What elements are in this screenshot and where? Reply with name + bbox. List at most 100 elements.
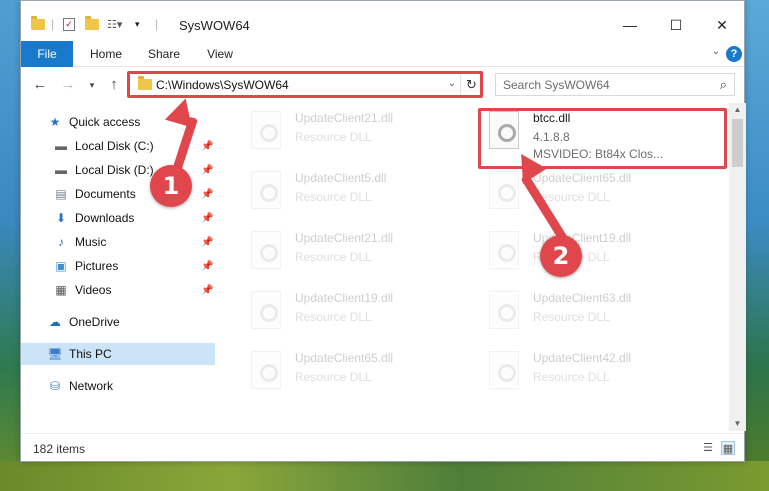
drive-icon: ▬	[55, 139, 67, 153]
list-item[interactable]: UpdateClient42.dll Resource DLL	[481, 345, 711, 401]
file-type: Resource DLL	[533, 310, 610, 324]
large-icons-view-icon[interactable]: ▦	[721, 441, 735, 455]
list-item[interactable]: UpdateClient21.dll Resource DLL	[243, 105, 473, 161]
sidebar-item-label: OneDrive	[69, 315, 120, 329]
tab-home[interactable]: Home	[83, 41, 129, 67]
scroll-down-icon[interactable]: ▼	[729, 417, 746, 431]
file-explorer-window: | ✓ ☷▾ ▾ | SysWOW64 — ☐ ✕ File Home Shar…	[20, 0, 746, 462]
close-button[interactable]: ✕	[699, 11, 745, 39]
window-title: SysWOW64	[179, 18, 250, 33]
file-type: Resource DLL	[533, 370, 610, 384]
expand-ribbon-icon[interactable]: ⌄	[712, 46, 720, 57]
file-name: UpdateClient42.dll	[533, 351, 632, 365]
dll-file-icon	[489, 231, 519, 269]
file-name: UpdateClient65.dll	[533, 171, 632, 185]
dll-file-icon	[489, 291, 519, 329]
desktop-background-bottom	[0, 461, 769, 491]
search-input[interactable]: Search SysWOW64 ⌕	[495, 73, 735, 96]
desktop-background-right	[745, 0, 769, 491]
desktop-background-left	[0, 0, 20, 491]
network-icon: ⛁	[49, 379, 61, 393]
sidebar-item-label: Pictures	[75, 259, 119, 273]
list-item[interactable]: UpdateClient63.dll Resource DLL	[481, 285, 711, 341]
list-item[interactable]: UpdateClient65.dll Resource DLL	[243, 345, 473, 401]
sidebar-item-label: Music	[75, 235, 107, 249]
file-name: UpdateClient63.dll	[533, 291, 632, 305]
sidebar-item-label: Network	[69, 379, 114, 393]
step-2-callout: 2	[540, 235, 582, 277]
sidebar-item-label: Videos	[75, 283, 112, 297]
download-icon: ⬇	[55, 211, 67, 225]
pin-icon[interactable]: 📌	[201, 165, 213, 176]
sidebar-item-label: Downloads	[75, 211, 135, 225]
list-item[interactable]: UpdateClient5.dll Resource DLL	[243, 165, 473, 221]
help-button[interactable]: ?	[726, 46, 742, 62]
back-arrow-icon[interactable]: ←	[31, 76, 49, 94]
address-bar-highlight	[127, 71, 483, 98]
sidebar-item-downloads[interactable]: ⬇ Downloads 📌	[21, 207, 215, 229]
sidebar-item-music[interactable]: ♪ Music 📌	[21, 231, 215, 253]
dll-file-icon	[489, 351, 519, 389]
file-name: UpdateClient19.dll	[295, 291, 394, 305]
pin-icon[interactable]: 📌	[201, 213, 213, 224]
tab-view[interactable]: View	[199, 41, 241, 67]
list-item[interactable]: UpdateClient19.dll Resource DLL	[481, 225, 711, 281]
dll-file-icon	[251, 111, 281, 149]
dll-file-icon	[489, 171, 519, 209]
list-item[interactable]: UpdateClient21.dll Resource DLL	[243, 225, 473, 281]
separator: |	[51, 17, 55, 31]
details-view-icon[interactable]: ☰	[701, 441, 715, 455]
file-name: UpdateClient21.dll	[295, 111, 394, 125]
sidebar-item-this-pc[interactable]: 🖥 This PC	[21, 343, 215, 365]
scroll-up-icon[interactable]: ▲	[729, 103, 746, 117]
sidebar-item-onedrive[interactable]: ☁ OneDrive	[21, 311, 215, 333]
dll-file-icon	[251, 171, 281, 209]
sidebar-item-label: Quick access	[69, 115, 141, 129]
folder-icon	[31, 15, 45, 33]
sidebar-item-network[interactable]: ⛁ Network	[21, 375, 215, 397]
maximize-button[interactable]: ☐	[653, 11, 699, 39]
vertical-scrollbar[interactable]: ▲ ▼	[729, 103, 746, 431]
sidebar-item-videos[interactable]: ▦ Videos 📌	[21, 279, 215, 301]
list-item[interactable]: UpdateClient19.dll Resource DLL	[243, 285, 473, 341]
properties-icon[interactable]: ✓	[63, 15, 77, 33]
sidebar-item-label: Documents	[75, 187, 136, 201]
pc-icon: 🖥	[47, 347, 63, 361]
list-item[interactable]: UpdateClient65.dll Resource DLL	[481, 165, 711, 221]
drive-icon: ▬	[55, 163, 67, 177]
dll-file-icon	[251, 291, 281, 329]
dll-file-icon	[251, 351, 281, 389]
tab-share[interactable]: Share	[141, 41, 187, 67]
pin-icon[interactable]: 📌	[201, 237, 213, 248]
file-type: Resource DLL	[295, 370, 372, 384]
forward-arrow-icon[interactable]: →	[59, 76, 77, 94]
new-folder-icon[interactable]	[85, 15, 99, 33]
up-arrow-icon[interactable]: ↑	[105, 76, 123, 94]
videos-icon: ▦	[55, 283, 67, 297]
file-type: Resource DLL	[295, 250, 372, 264]
star-icon: ★	[49, 115, 61, 129]
item-count: 182 items	[33, 442, 86, 456]
quick-access-dropdown-icon[interactable]: ▾	[135, 15, 140, 33]
recent-locations-icon[interactable]: ▾	[83, 76, 101, 94]
pin-icon[interactable]: 📌	[201, 141, 213, 152]
ribbon-tabs: File Home Share View ⌄ ?	[21, 41, 744, 97]
pin-icon[interactable]: 📌	[201, 285, 213, 296]
documents-icon: ▤	[55, 187, 67, 201]
customize-toolbar-icon[interactable]: ☷▾	[107, 15, 122, 33]
sidebar-item-pictures[interactable]: ▣ Pictures 📌	[21, 255, 215, 277]
search-icon[interactable]: ⌕	[720, 77, 727, 93]
step-1-callout: 1	[150, 165, 192, 207]
separator: |	[155, 17, 159, 31]
cloud-icon: ☁	[49, 315, 61, 329]
pin-icon[interactable]: 📌	[201, 189, 213, 200]
pin-icon[interactable]: 📌	[201, 261, 213, 272]
scrollbar-thumb[interactable]	[732, 119, 743, 167]
dll-file-icon	[251, 231, 281, 269]
sidebar-item-label: Local Disk (C:)	[75, 139, 154, 153]
minimize-button[interactable]: —	[607, 11, 653, 39]
navigation-bar: ← → ▾ ↑ C:\Windows\SysWOW64 ⌄ ↻ Search S…	[21, 67, 744, 103]
file-type: Resource DLL	[295, 190, 372, 204]
file-name: UpdateClient21.dll	[295, 231, 394, 245]
sidebar-item-label: Local Disk (D:)	[75, 163, 154, 177]
